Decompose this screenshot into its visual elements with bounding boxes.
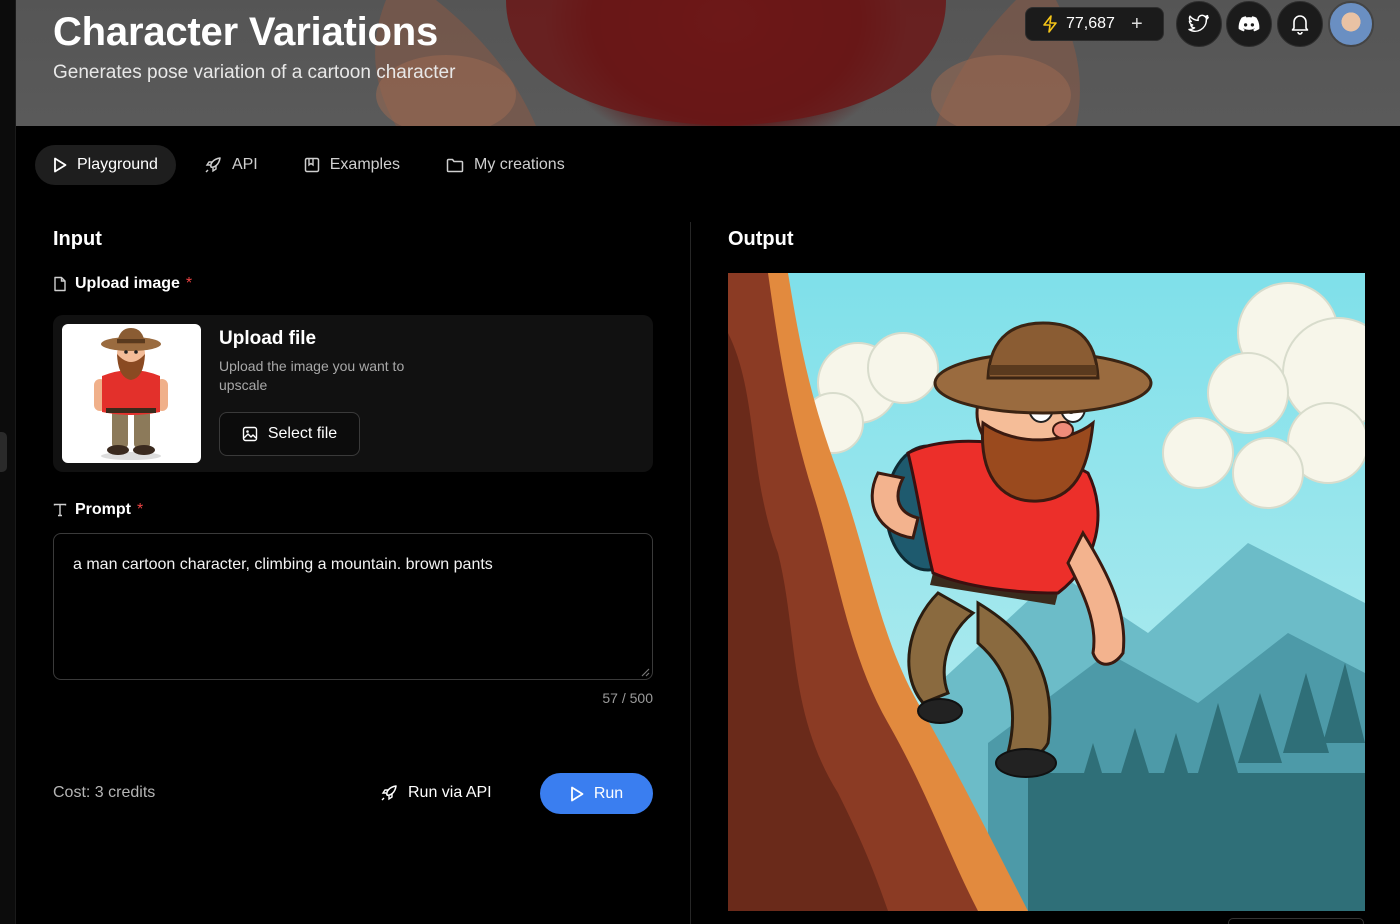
tab-label: Examples <box>329 156 400 173</box>
run-via-api-label: Run via API <box>408 784 492 801</box>
play-icon <box>570 786 584 801</box>
select-file-button[interactable]: Select file <box>219 412 360 456</box>
output-image[interactable] <box>728 273 1365 911</box>
upload-description: Upload the image you want to upscale <box>219 358 405 393</box>
page-title: Character Variations <box>53 10 439 54</box>
credits-value: 77,687 <box>1066 15 1115 32</box>
character-counter: 57 / 500 <box>602 690 653 706</box>
input-section-title: Input <box>53 228 102 250</box>
panel-divider <box>690 222 691 924</box>
text-icon <box>53 503 67 517</box>
tab-examples[interactable]: Examples <box>286 145 418 185</box>
file-icon <box>54 276 66 292</box>
add-credits-button[interactable]: + <box>1131 13 1143 36</box>
bookmark-icon <box>304 157 319 173</box>
folder-icon <box>446 158 464 172</box>
discord-button[interactable] <box>1226 1 1272 47</box>
resize-handle-icon[interactable] <box>640 667 650 677</box>
tab-my-creations[interactable]: My creations <box>428 145 583 185</box>
tab-playground[interactable]: Playground <box>35 145 176 185</box>
lightning-icon <box>1043 15 1057 33</box>
required-marker: * <box>137 501 144 518</box>
page-subtitle: Generates pose variation of a cartoon ch… <box>53 62 456 83</box>
sidebar-toggle-handle[interactable] <box>0 432 7 472</box>
bell-icon <box>1291 15 1309 35</box>
discord-icon <box>1238 16 1260 32</box>
required-marker: * <box>185 275 193 292</box>
prompt-textarea[interactable]: a man cartoon character, climbing a moun… <box>53 533 653 680</box>
output-action-button[interactable] <box>1228 918 1364 924</box>
play-icon <box>54 157 67 173</box>
user-avatar[interactable] <box>1328 1 1374 47</box>
run-button[interactable]: Run <box>540 773 653 814</box>
output-section-title: Output <box>728 228 794 250</box>
twitter-button[interactable] <box>1176 1 1222 47</box>
notifications-button[interactable] <box>1277 1 1323 47</box>
upload-image-label: Upload image * <box>53 275 192 293</box>
tab-label: API <box>231 156 258 173</box>
image-icon <box>242 426 258 442</box>
credits-balance[interactable]: 77,687 + <box>1025 7 1164 41</box>
cost-label: Cost: 3 credits <box>53 784 156 801</box>
rocket-icon <box>381 785 397 801</box>
upload-title: Upload file <box>219 328 317 349</box>
twitter-icon <box>1188 14 1209 32</box>
run-label: Run <box>593 784 624 802</box>
upload-dropzone[interactable]: Upload file Upload the image you want to… <box>53 315 653 472</box>
upload-image-label-text: Upload image <box>75 275 180 292</box>
tab-api[interactable]: API <box>186 145 276 185</box>
prompt-label: Prompt * <box>53 501 143 519</box>
tab-bar: Playground API Examples My creations <box>35 145 593 185</box>
run-via-api-button[interactable]: Run via API <box>380 773 492 813</box>
prompt-label-text: Prompt <box>75 501 131 518</box>
prompt-value: a man cartoon character, climbing a moun… <box>73 556 493 573</box>
select-file-label: Select file <box>267 425 338 442</box>
rocket-icon <box>205 157 221 173</box>
tab-label: Playground <box>77 156 158 173</box>
uploaded-image-thumbnail <box>62 324 201 463</box>
tab-label: My creations <box>474 156 565 173</box>
